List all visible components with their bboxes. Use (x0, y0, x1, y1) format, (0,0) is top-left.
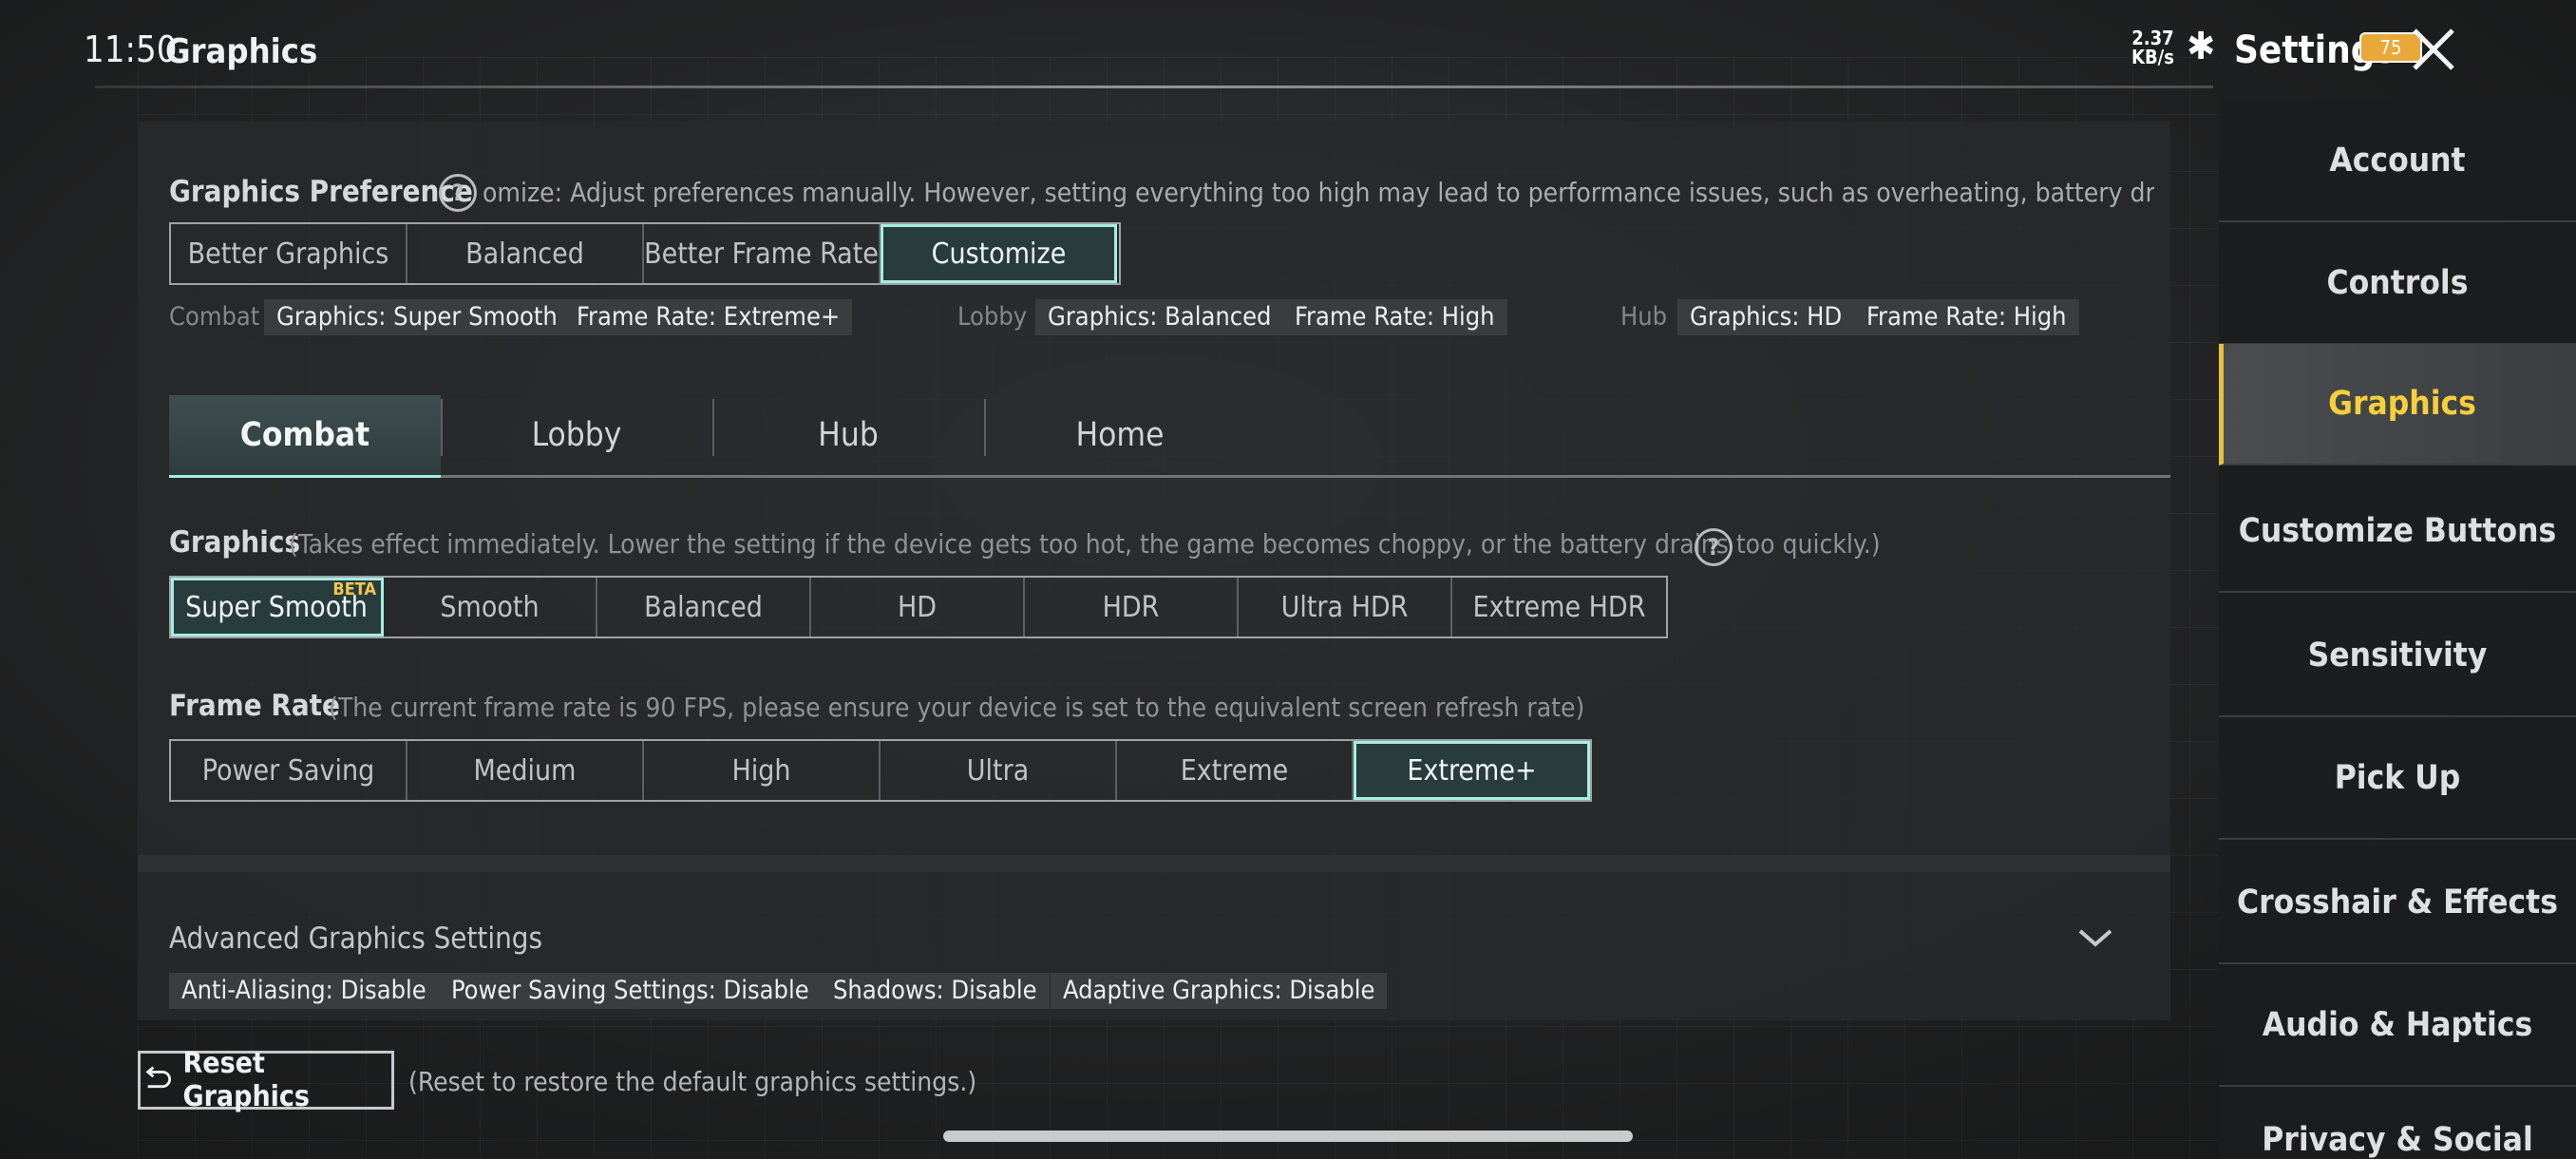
sidebar-item-customize-buttons[interactable]: Customize Buttons (2219, 471, 2576, 593)
summary-combat-frame-rate: Frame Rate: Extreme+ (564, 299, 853, 335)
reset-note: (Reset to restore the default graphics s… (408, 1066, 977, 1097)
tab-lobby[interactable]: Lobby (441, 395, 712, 475)
advanced-tag-shadows: Shadows: Disable (821, 973, 1050, 1009)
sidebar-item-graphics[interactable]: Graphics (2219, 344, 2576, 466)
graphics-quality-selector: Super Smooth BETA Smooth Balanced HD HDR… (169, 576, 1668, 638)
frame-rate-option-power-saving[interactable]: Power Saving (171, 741, 407, 800)
network-speed: 2.37 KB/s (2131, 28, 2174, 66)
sidebar-item-sensitivity[interactable]: Sensitivity (2219, 596, 2576, 717)
header-divider (95, 86, 2213, 88)
section-divider (138, 855, 2170, 872)
home-indicator[interactable] (943, 1130, 1633, 1142)
preference-option-better-frame-rate[interactable]: Better Frame Rate (644, 224, 881, 283)
sidebar-item-pick-up[interactable]: Pick Up (2219, 718, 2576, 840)
graphics-option-ultra-hdr[interactable]: Ultra HDR (1239, 578, 1452, 636)
summary-hub-label: Hub (1620, 302, 1668, 332)
mode-tabs: Combat Lobby Hub Home (169, 395, 2170, 478)
graphics-note: (Takes effect immediately. Lower the set… (289, 528, 1881, 560)
network-speed-value: 2.37 (2131, 27, 2174, 49)
summary-lobby-frame-rate: Frame Rate: High (1282, 299, 1507, 335)
graphics-option-super-smooth[interactable]: Super Smooth BETA (171, 578, 384, 636)
frame-rate-option-ultra[interactable]: Ultra (881, 741, 1117, 800)
tab-home[interactable]: Home (984, 395, 1256, 475)
graphics-preference-help-text: omize: Adjust preferences manually. Howe… (483, 177, 2154, 208)
help-icon[interactable]: ? (439, 174, 477, 212)
reset-graphics-button[interactable]: Reset Graphics (138, 1047, 394, 1113)
summary-hub-frame-rate: Frame Rate: High (1854, 299, 2079, 335)
graphics-option-hdr[interactable]: HDR (1025, 578, 1239, 636)
sidebar-item-crosshair-effects[interactable]: Crosshair & Effects (2219, 843, 2576, 964)
advanced-tag-anti-aliasing: Anti-Aliasing: Disable (169, 973, 439, 1009)
beta-badge: BETA (332, 580, 376, 599)
page-title: Graphics (165, 32, 318, 71)
undo-icon (145, 1066, 171, 1089)
preference-option-better-graphics[interactable]: Better Graphics (171, 224, 407, 283)
summary-lobby-label: Lobby (957, 302, 1028, 332)
graphics-label: Graphics (169, 525, 300, 560)
graphics-preference-label: Graphics Preference (169, 175, 473, 209)
status-time: 11:50 (84, 28, 178, 70)
frame-rate-option-high[interactable]: High (644, 741, 881, 800)
summary-combat-label: Combat (169, 302, 260, 332)
frame-rate-option-medium[interactable]: Medium (407, 741, 644, 800)
frame-rate-option-extreme-plus[interactable]: Extreme+ (1354, 741, 1590, 800)
summary-combat-graphics: Graphics: Super Smooth (264, 299, 570, 335)
graphics-option-extreme-hdr[interactable]: Extreme HDR (1452, 578, 1666, 636)
preference-option-balanced[interactable]: Balanced (407, 224, 644, 283)
frame-rate-note: (The current frame rate is 90 FPS, pleas… (329, 692, 1585, 723)
bluetooth-icon: ✱ (2187, 25, 2216, 68)
sidebar-item-account[interactable]: Account (2219, 101, 2576, 222)
graphics-option-hd[interactable]: HD (811, 578, 1025, 636)
advanced-tag-power-saving: Power Saving Settings: Disable (439, 973, 822, 1009)
frame-rate-label: Frame Rate (169, 689, 340, 723)
chevron-down-icon[interactable] (2076, 923, 2114, 952)
close-icon[interactable] (2405, 21, 2462, 78)
reset-graphics-label: Reset Graphics (182, 1047, 310, 1113)
sidebar-item-privacy-social[interactable]: Privacy & Social (2219, 1089, 2576, 1159)
graphics-option-balanced[interactable]: Balanced (597, 578, 811, 636)
graphics-preference-selector: Better Graphics Balanced Better Frame Ra… (169, 222, 1121, 285)
frame-rate-selector: Power Saving Medium High Ultra Extreme E… (169, 739, 1592, 802)
tab-combat[interactable]: Combat (169, 395, 441, 478)
sidebar-item-audio-haptics[interactable]: Audio & Haptics (2219, 965, 2576, 1087)
graphics-help-icon[interactable]: ? (1695, 528, 1733, 566)
summary-hub-graphics: Graphics: HD (1677, 299, 1855, 335)
advanced-graphics-label[interactable]: Advanced Graphics Settings (169, 922, 542, 956)
summary-lobby-graphics: Graphics: Balanced (1035, 299, 1284, 335)
frame-rate-option-extreme[interactable]: Extreme (1117, 741, 1354, 800)
advanced-tag-adaptive-graphics: Adaptive Graphics: Disable (1051, 973, 1388, 1009)
tab-hub[interactable]: Hub (712, 395, 984, 475)
sidebar-item-controls[interactable]: Controls (2219, 223, 2576, 345)
network-speed-unit: KB/s (2131, 46, 2174, 68)
preference-option-customize[interactable]: Customize (881, 224, 1117, 283)
graphics-option-smooth[interactable]: Smooth (384, 578, 597, 636)
